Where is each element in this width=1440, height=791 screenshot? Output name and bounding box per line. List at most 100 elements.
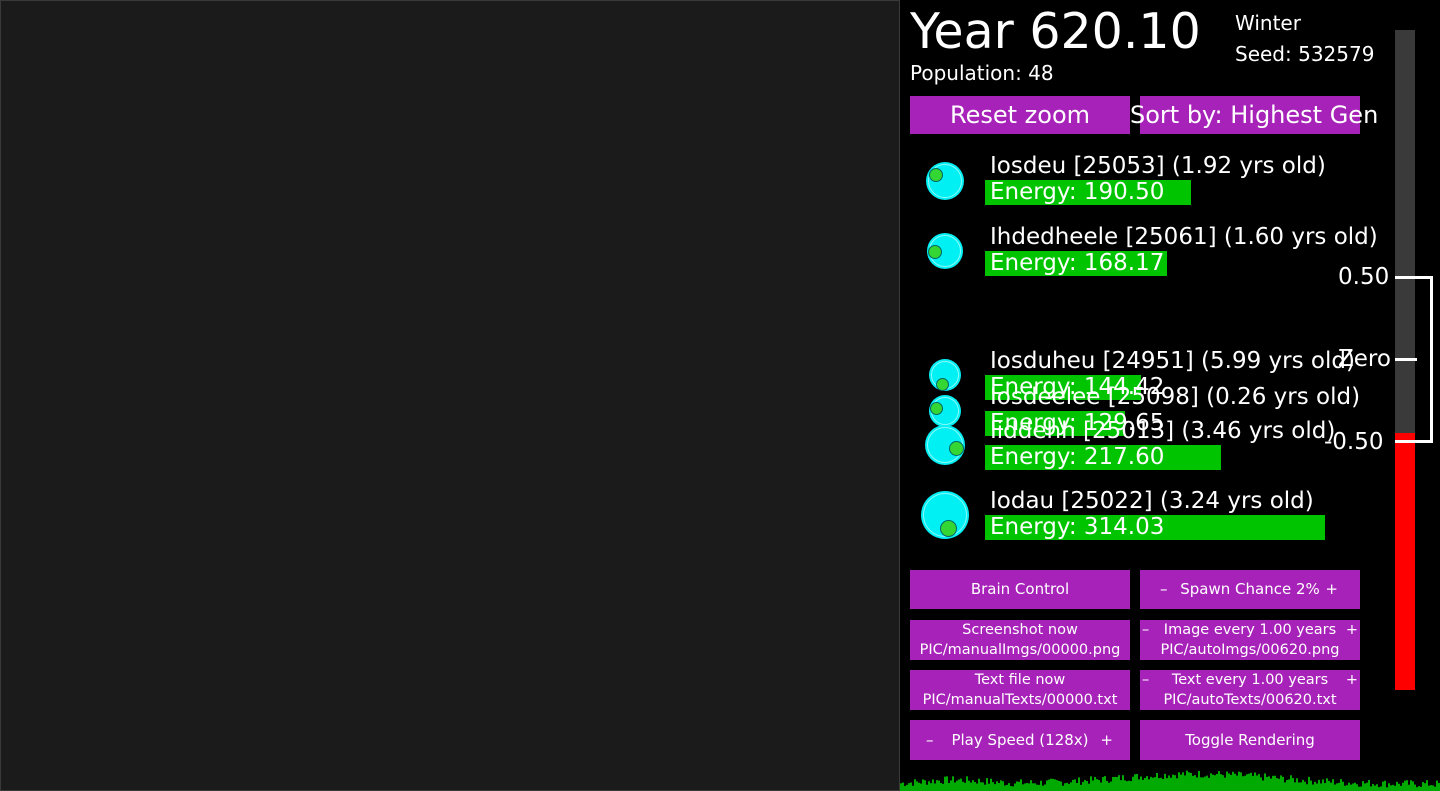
histogram-bar xyxy=(978,778,980,791)
histogram-bar xyxy=(1168,775,1170,791)
histogram-bar xyxy=(1336,783,1338,791)
histogram-bar xyxy=(1416,787,1418,791)
histogram-bar xyxy=(1238,771,1240,791)
histogram-bar xyxy=(1274,775,1276,791)
histogram-bar xyxy=(992,782,994,791)
histogram-bar xyxy=(1246,774,1248,791)
histogram-bar xyxy=(1204,776,1206,791)
reset-zoom-button[interactable]: Reset zoom xyxy=(910,96,1130,134)
histogram-bar xyxy=(1254,772,1256,791)
creature-name[interactable]: Iosdeelee [25098] (0.26 yrs old) xyxy=(990,383,1360,411)
histogram-bar xyxy=(1176,778,1178,791)
histogram-bar xyxy=(1356,784,1358,791)
histogram-bar xyxy=(936,780,938,791)
world-view[interactable] xyxy=(0,0,900,791)
histogram-bar xyxy=(1394,785,1396,791)
histogram-bar xyxy=(1084,779,1086,791)
play-speed-decrease-button[interactable]: – xyxy=(926,720,934,760)
histogram-bar xyxy=(1282,776,1284,791)
energy-label: Energy: 168.17 xyxy=(990,250,1165,276)
histogram-bar xyxy=(1130,781,1132,791)
histogram-bar xyxy=(1066,782,1068,791)
histogram-bar xyxy=(1172,774,1174,791)
creature-name[interactable]: Iosduheu [24951] (5.99 yrs old) xyxy=(990,347,1355,375)
toggle-rendering-button[interactable]: Toggle Rendering xyxy=(1140,720,1360,760)
histogram-bar xyxy=(1188,772,1190,791)
histogram-bar xyxy=(1064,783,1066,791)
histogram-bar xyxy=(1404,780,1406,791)
creature-name[interactable]: Iodau [25022] (3.24 yrs old) xyxy=(990,487,1314,515)
histogram-bar xyxy=(998,783,1000,791)
histogram-bar xyxy=(1048,779,1050,791)
histogram-bar xyxy=(1370,786,1372,791)
creature-name[interactable]: Iosdeu [25053] (1.92 yrs old) xyxy=(990,152,1326,180)
histogram-bar xyxy=(1200,777,1202,791)
histogram-bar xyxy=(1244,775,1246,791)
histogram-bar xyxy=(1150,776,1152,791)
histogram-bar xyxy=(1326,778,1328,791)
histogram-bar xyxy=(1060,781,1062,791)
histogram-bar xyxy=(928,781,930,791)
histogram-bar xyxy=(926,784,928,791)
histogram-bar xyxy=(1098,779,1100,791)
histogram-bar xyxy=(1288,779,1290,791)
histogram-bar xyxy=(962,781,964,791)
histogram-bar xyxy=(1306,784,1308,791)
spawn-chance-increase-button[interactable]: + xyxy=(1325,570,1338,609)
histogram-bar xyxy=(1152,777,1154,791)
histogram-bar xyxy=(1030,780,1032,791)
histogram-bar xyxy=(1002,781,1004,791)
brain-control-button[interactable]: Brain Control xyxy=(910,570,1130,609)
histogram-bar xyxy=(1196,777,1198,791)
image-every-label: Image every 1.00 years xyxy=(1163,622,1337,638)
text-every-label: Text every 1.00 years xyxy=(1171,672,1329,688)
histogram-bar xyxy=(916,781,918,791)
creature-name[interactable]: Ihdedheele [25061] (1.60 yrs old) xyxy=(990,223,1378,251)
text-every-decrease-button[interactable]: – xyxy=(1142,670,1149,690)
histogram-bar xyxy=(1268,776,1270,791)
histogram-bar xyxy=(1398,783,1400,791)
creature-name[interactable]: Iiddehh [25013] (3.46 yrs old) xyxy=(990,417,1335,445)
brain-output-gauge-fill xyxy=(1395,433,1415,690)
histogram-bar xyxy=(1386,787,1388,791)
histogram-bar xyxy=(1314,781,1316,791)
text-file-now-button[interactable]: Text file now PIC/manualTexts/00000.txt xyxy=(910,670,1130,710)
image-every-decrease-button[interactable]: – xyxy=(1142,620,1149,640)
histogram-bar xyxy=(1210,773,1212,791)
histogram-bar xyxy=(1128,780,1130,791)
year-title: Year 620.10 xyxy=(910,3,1201,60)
histogram-bar xyxy=(1420,786,1422,791)
sort-by-button[interactable]: Sort by: Highest Gen xyxy=(1130,96,1378,134)
text-every-increase-button[interactable]: + xyxy=(1346,670,1358,690)
histogram-bar xyxy=(1262,780,1264,791)
histogram-bar xyxy=(1330,782,1332,791)
histogram-bar xyxy=(972,780,974,791)
histogram-bar xyxy=(930,783,932,791)
histogram-bar xyxy=(1220,774,1222,791)
histogram-bar xyxy=(1120,780,1122,791)
gauge-top-label: 0.50 xyxy=(1338,264,1390,290)
population-label: Population: 48 xyxy=(910,61,1054,85)
population-histogram xyxy=(900,770,1440,791)
histogram-bar xyxy=(1376,784,1378,791)
histogram-bar xyxy=(1352,783,1354,791)
histogram-bar xyxy=(1378,787,1380,791)
play-speed-increase-button[interactable]: + xyxy=(1100,720,1113,760)
histogram-bar xyxy=(1260,777,1262,791)
spawn-chance-control: – Spawn Chance 2% + xyxy=(1140,570,1360,609)
creature-mouth-icon xyxy=(936,378,949,391)
histogram-bar xyxy=(1102,777,1104,791)
histogram-bar xyxy=(1122,775,1124,791)
histogram-bar xyxy=(1154,777,1156,791)
histogram-bar xyxy=(1038,784,1040,791)
histogram-bar xyxy=(1106,780,1108,791)
histogram-bar xyxy=(1334,784,1336,791)
gauge-bracket xyxy=(1430,276,1433,443)
histogram-bar xyxy=(910,782,912,791)
histogram-bar xyxy=(908,783,910,791)
play-speed-control: – Play Speed (128x) + xyxy=(910,720,1130,760)
image-every-increase-button[interactable]: + xyxy=(1346,620,1358,640)
screenshot-now-button[interactable]: Screenshot now PIC/manualImgs/00000.png xyxy=(910,620,1130,660)
spawn-chance-decrease-button[interactable]: – xyxy=(1160,570,1168,609)
creature-mouth-icon xyxy=(930,402,943,415)
